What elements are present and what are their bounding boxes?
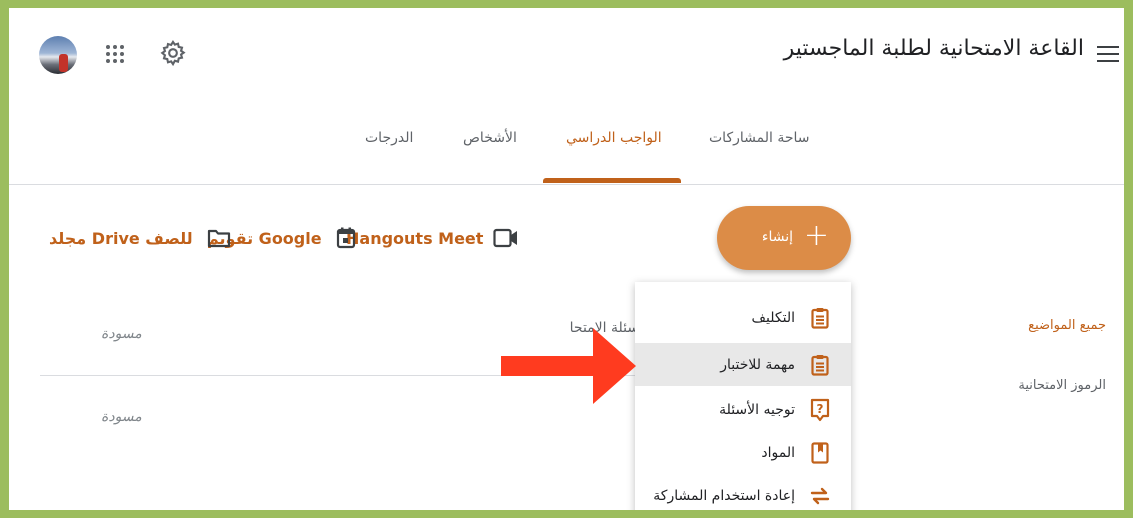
topic-exam-codes[interactable]: الرموز الامتحانية <box>1018 378 1106 393</box>
reuse-post-icon <box>809 484 831 508</box>
apps-icon[interactable] <box>104 43 126 65</box>
tab-grades[interactable]: الدرجات <box>365 130 413 146</box>
calendar-icon <box>336 227 356 249</box>
draft-label: مسودة <box>101 409 142 425</box>
class-title[interactable]: القاعة الامتحانية لطلبة الماجستير <box>784 36 1084 61</box>
menu-item-assignment[interactable]: التكليف <box>635 296 851 339</box>
tab-stream[interactable]: ساحة المشاركات <box>709 130 809 146</box>
create-label: إنشاء <box>761 229 793 245</box>
assignment-icon <box>809 306 831 330</box>
drive-folder-link[interactable]: مجلد Drive للصف <box>49 225 231 251</box>
classroom-window: القاعة الامتحانية لطلبة الماجستير ساحة ا… <box>9 8 1124 510</box>
create-menu: التكليف مهمة للاختبار توجيه الأسئلة ? ال… <box>635 282 851 510</box>
drive-folder-label: مجلد Drive للصف <box>49 228 193 248</box>
topic-all[interactable]: جميع المواضيع <box>1028 318 1106 333</box>
active-tab-indicator <box>543 178 681 183</box>
folder-icon <box>207 228 231 248</box>
menu-item-label: مهمة للاختبار <box>720 356 795 373</box>
menu-item-quiz-assignment[interactable]: مهمة للاختبار <box>635 343 851 386</box>
annotation-arrow <box>501 328 636 404</box>
menu-item-material[interactable]: المواد <box>635 431 851 474</box>
material-icon <box>809 441 831 465</box>
menu-item-label: المواد <box>761 444 795 461</box>
menu-item-label: التكليف <box>751 309 795 326</box>
menu-item-label: توجيه الأسئلة <box>719 401 795 418</box>
video-camera-icon <box>493 228 519 248</box>
meet-link[interactable]: Hangouts Meet <box>346 225 519 251</box>
avatar[interactable] <box>39 36 77 74</box>
plus-icon: + <box>803 218 829 253</box>
question-icon: ? <box>809 398 831 422</box>
gear-icon[interactable] <box>159 39 187 67</box>
create-button[interactable]: + إنشاء <box>717 206 851 270</box>
svg-text:?: ? <box>817 402 824 416</box>
header: القاعة الامتحانية لطلبة الماجستير ساحة ا… <box>9 8 1124 185</box>
tab-classwork[interactable]: الواجب الدراسي <box>566 130 662 146</box>
menu-item-reuse-post[interactable]: إعادة استخدام المشاركة <box>635 474 851 510</box>
menu-item-label: إعادة استخدام المشاركة <box>653 487 795 504</box>
meet-label: Hangouts Meet <box>346 228 484 248</box>
tab-people[interactable]: الأشخاص <box>463 130 517 146</box>
menu-icon[interactable] <box>1097 46 1119 64</box>
draft-label: مسودة <box>101 326 142 342</box>
menu-item-question[interactable]: توجيه الأسئلة ? <box>635 388 851 431</box>
quiz-assignment-icon <box>809 353 831 377</box>
